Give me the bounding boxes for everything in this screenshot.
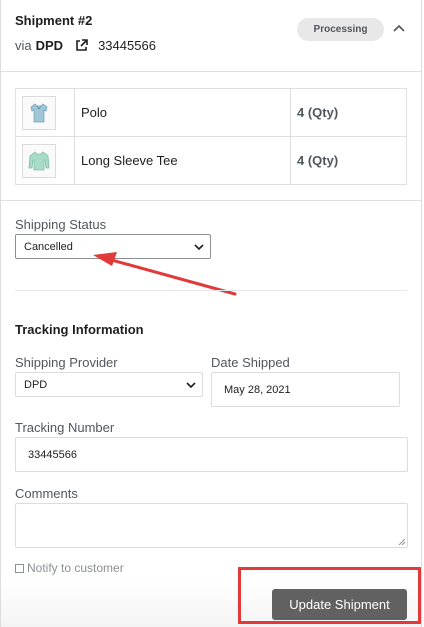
shipping-provider-value: DPD	[24, 378, 48, 391]
resize-grip-icon[interactable]	[398, 538, 405, 545]
chevron-down-icon	[186, 380, 196, 390]
comments-textarea[interactable]	[15, 503, 408, 548]
annotation-highlight-box	[238, 567, 421, 624]
tracking-number-label: Tracking Number	[15, 420, 115, 435]
divider	[15, 290, 407, 291]
date-shipped-value: May 28, 2021	[224, 383, 291, 396]
notify-customer-option[interactable]: Notify to customer	[15, 561, 124, 575]
comments-label: Comments	[15, 486, 78, 501]
date-shipped-label: Date Shipped	[211, 355, 290, 370]
notify-label: Notify to customer	[27, 561, 124, 575]
notify-checkbox[interactable]	[15, 563, 24, 573]
tracking-section-title: Tracking Information	[15, 322, 144, 337]
tracking-number-input[interactable]: 33445566	[15, 437, 408, 472]
tracking-number-value: 33445566	[28, 448, 77, 461]
shipping-provider-label: Shipping Provider	[15, 355, 118, 370]
shipping-provider-select[interactable]: DPD	[15, 372, 203, 397]
date-shipped-input[interactable]: May 28, 2021	[211, 372, 400, 407]
